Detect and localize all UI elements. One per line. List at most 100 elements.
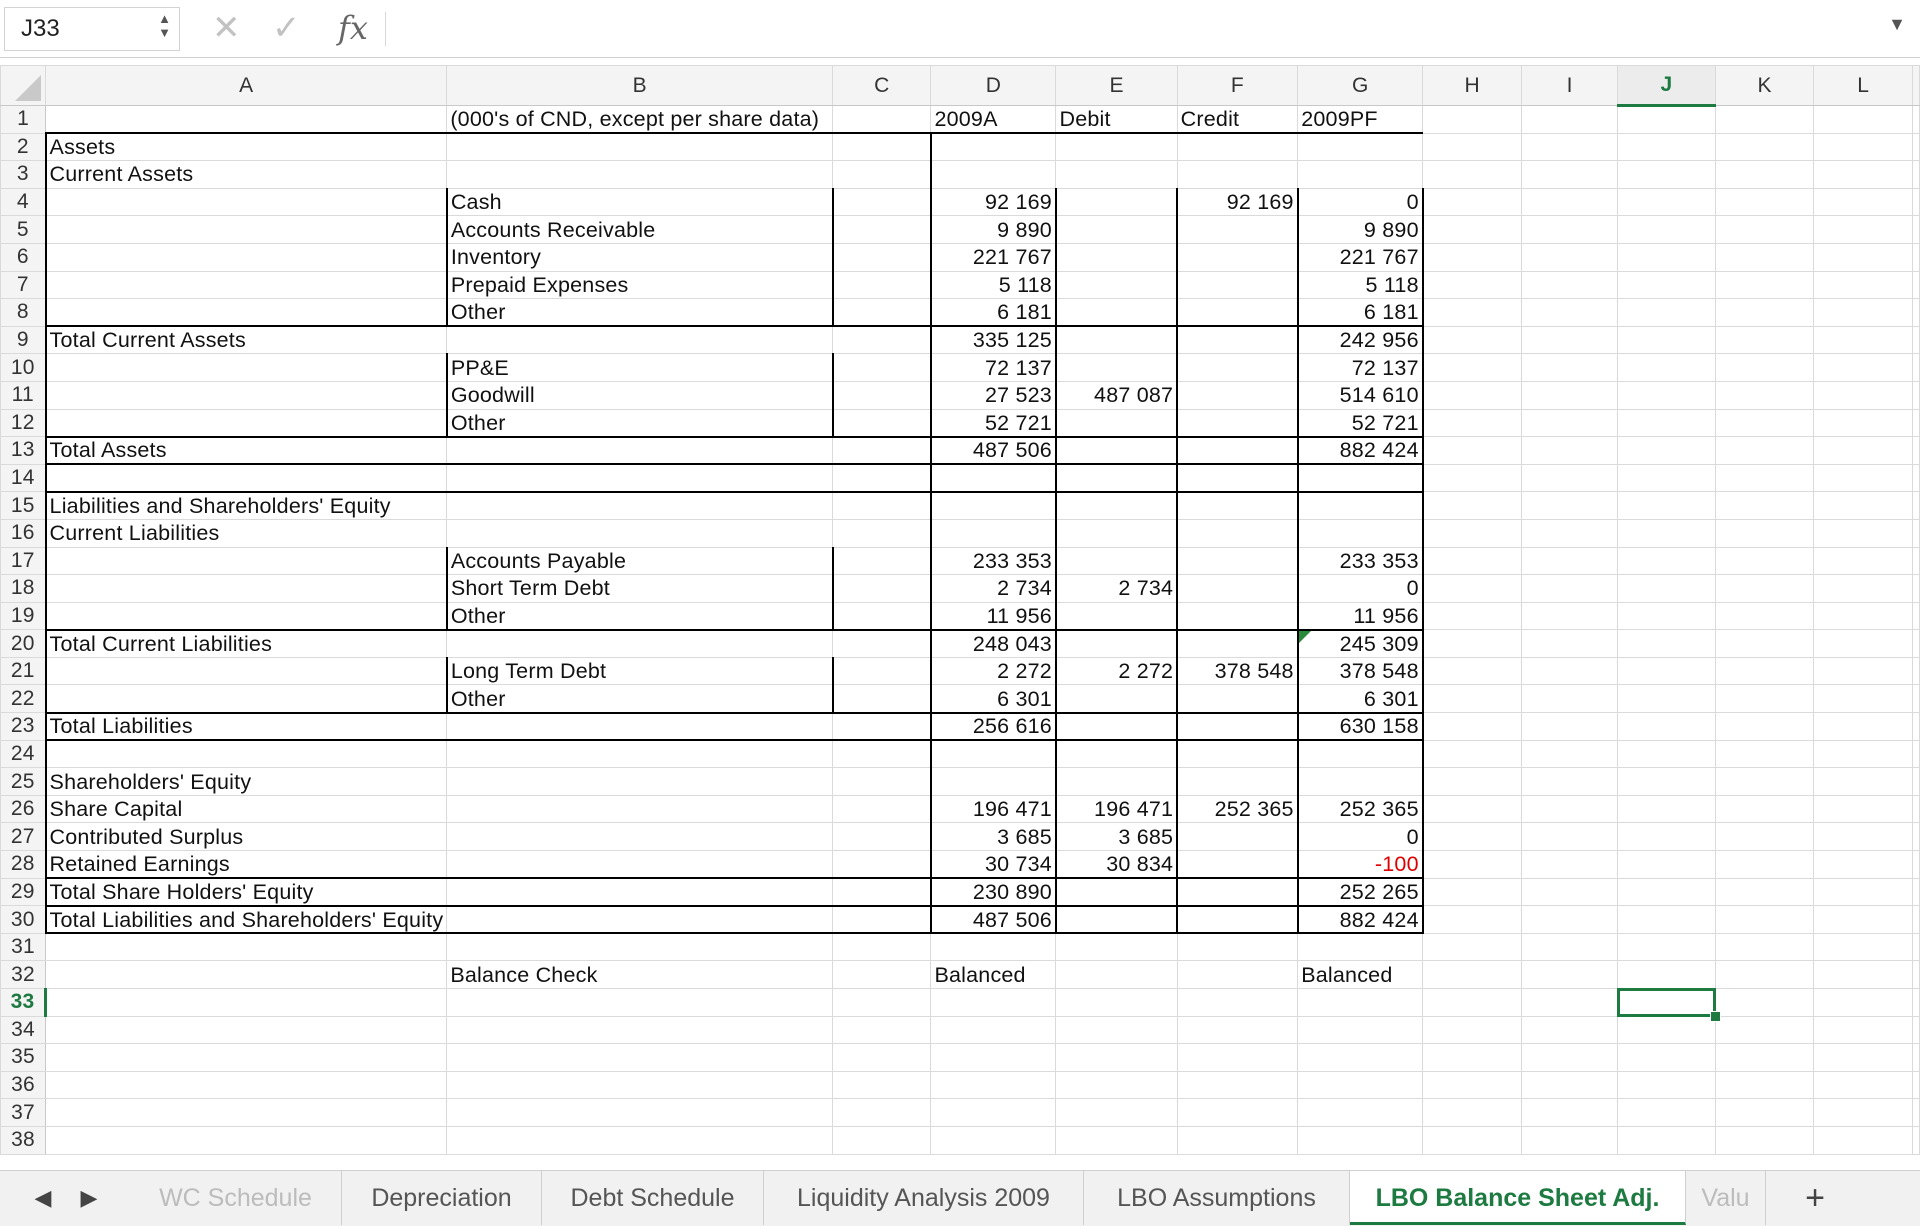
cell-h9[interactable] (1422, 325, 1523, 355)
cell-g28[interactable]: -100 (1297, 850, 1424, 880)
cell-h21[interactable] (1422, 656, 1523, 686)
cell-j38[interactable] (1617, 1125, 1716, 1155)
cell-c16[interactable] (832, 518, 932, 548)
sheet-tab-6[interactable]: Valu (1686, 1171, 1766, 1225)
row-header-12[interactable]: 12 (0, 408, 47, 438)
cell-i28[interactable] (1521, 850, 1619, 879)
cell-g31[interactable] (1297, 932, 1424, 962)
cell-j31[interactable] (1617, 932, 1716, 962)
cell-g14[interactable] (1297, 463, 1424, 493)
cell-k25[interactable] (1714, 767, 1815, 796)
cell-d37[interactable] (930, 1098, 1057, 1127)
cell-j9[interactable] (1617, 325, 1716, 355)
cell-k13[interactable] (1714, 436, 1815, 465)
cell-b1[interactable]: (000's of CND, except per share data) (446, 105, 834, 135)
cell-k5[interactable] (1714, 215, 1815, 244)
cell-i24[interactable] (1521, 739, 1619, 769)
column-header-j[interactable]: J (1617, 65, 1716, 107)
cell-c12[interactable] (832, 408, 932, 438)
cell-f38[interactable] (1176, 1125, 1299, 1155)
cell-e35[interactable] (1055, 1043, 1178, 1072)
cell-b24[interactable] (446, 739, 834, 769)
cell-b28[interactable] (446, 850, 834, 880)
cell-c3[interactable] (832, 160, 932, 189)
cell-d1[interactable]: 2009A (930, 105, 1057, 135)
cell-a17[interactable] (44, 546, 448, 576)
cell-h4[interactable] (1422, 187, 1523, 217)
row-header-35[interactable]: 35 (0, 1043, 47, 1072)
cell-h1[interactable] (1422, 105, 1523, 134)
cell-f25[interactable] (1176, 767, 1299, 796)
cell-c27[interactable] (832, 822, 932, 852)
cell-f1[interactable]: Credit (1176, 105, 1299, 135)
cell-i18[interactable] (1521, 574, 1619, 603)
cell-e20[interactable] (1055, 629, 1179, 658)
cell-j32[interactable] (1617, 960, 1716, 989)
cell-e6[interactable] (1055, 242, 1179, 272)
cell-j17[interactable] (1617, 546, 1716, 576)
cell-l26[interactable] (1813, 794, 1913, 824)
cell-j5[interactable] (1617, 215, 1716, 244)
cell-c9[interactable] (832, 325, 932, 355)
cell-h33[interactable] (1422, 988, 1523, 1017)
cell-b2[interactable] (446, 132, 834, 162)
cell-h24[interactable] (1422, 739, 1523, 769)
cell-h30[interactable] (1422, 905, 1523, 934)
cell-g25[interactable] (1297, 767, 1424, 796)
cell-e37[interactable] (1055, 1098, 1178, 1127)
cell-j14[interactable] (1617, 463, 1716, 493)
cell-f2[interactable] (1176, 132, 1299, 162)
column-header-d[interactable]: D (930, 65, 1057, 106)
cell-i27[interactable] (1521, 822, 1619, 852)
cell-f8[interactable] (1176, 298, 1299, 328)
row-header-2[interactable]: 2 (0, 132, 47, 162)
cell-g37[interactable] (1297, 1098, 1424, 1127)
cell-j29[interactable] (1617, 877, 1716, 907)
cell-d10[interactable]: 72 137 (930, 353, 1057, 382)
cell-j12[interactable] (1617, 408, 1716, 438)
cell-f7[interactable] (1176, 270, 1299, 300)
cell-b37[interactable] (446, 1098, 834, 1127)
cell-e1[interactable]: Debit (1055, 105, 1178, 135)
cell-i20[interactable] (1521, 629, 1619, 658)
row-header-30[interactable]: 30 (0, 905, 47, 934)
column-header-f[interactable]: F (1176, 65, 1299, 106)
cell-a5[interactable] (44, 215, 448, 244)
cell-f33[interactable] (1176, 988, 1299, 1017)
cell-k36[interactable] (1714, 1070, 1815, 1100)
cell-e23[interactable] (1055, 712, 1179, 742)
cell-j37[interactable] (1617, 1098, 1716, 1127)
cell-l31[interactable] (1813, 932, 1913, 962)
cell-c35[interactable] (832, 1043, 932, 1072)
cell-g33[interactable] (1297, 988, 1424, 1017)
row-header-21[interactable]: 21 (0, 656, 47, 686)
cell-j35[interactable] (1617, 1043, 1716, 1072)
cell-l14[interactable] (1813, 463, 1913, 493)
cell-i30[interactable] (1521, 905, 1619, 934)
row-header-31[interactable]: 31 (0, 932, 47, 962)
cell-a24[interactable] (44, 739, 448, 769)
cell-f4[interactable]: 92 169 (1176, 187, 1299, 217)
cell-i26[interactable] (1521, 794, 1619, 824)
row-header-28[interactable]: 28 (0, 850, 47, 879)
cell-k33[interactable] (1714, 988, 1815, 1017)
cell-i19[interactable] (1521, 601, 1619, 631)
cell-a13[interactable]: Total Assets (44, 436, 448, 466)
cell-l11[interactable] (1813, 380, 1913, 410)
row-header-26[interactable]: 26 (0, 794, 47, 824)
cell-k16[interactable] (1714, 518, 1815, 548)
cell-g9[interactable]: 242 956 (1297, 325, 1424, 355)
cell-j18[interactable] (1617, 574, 1716, 603)
cell-a3[interactable]: Current Assets (44, 160, 448, 189)
cell-a30[interactable]: Total Liabilities and Shareholders' Equi… (44, 905, 448, 935)
cell-d6[interactable]: 221 767 (930, 242, 1057, 272)
column-header-l[interactable]: L (1813, 65, 1913, 106)
cell-b7[interactable]: Prepaid Expenses (446, 270, 834, 300)
insert-function-icon[interactable]: fx (338, 6, 368, 50)
cell-g35[interactable] (1297, 1043, 1424, 1072)
cell-f20[interactable] (1176, 629, 1299, 658)
cell-k26[interactable] (1714, 794, 1815, 824)
row-header-6[interactable]: 6 (0, 242, 47, 272)
cell-l13[interactable] (1813, 436, 1913, 465)
cell-e13[interactable] (1055, 436, 1179, 466)
